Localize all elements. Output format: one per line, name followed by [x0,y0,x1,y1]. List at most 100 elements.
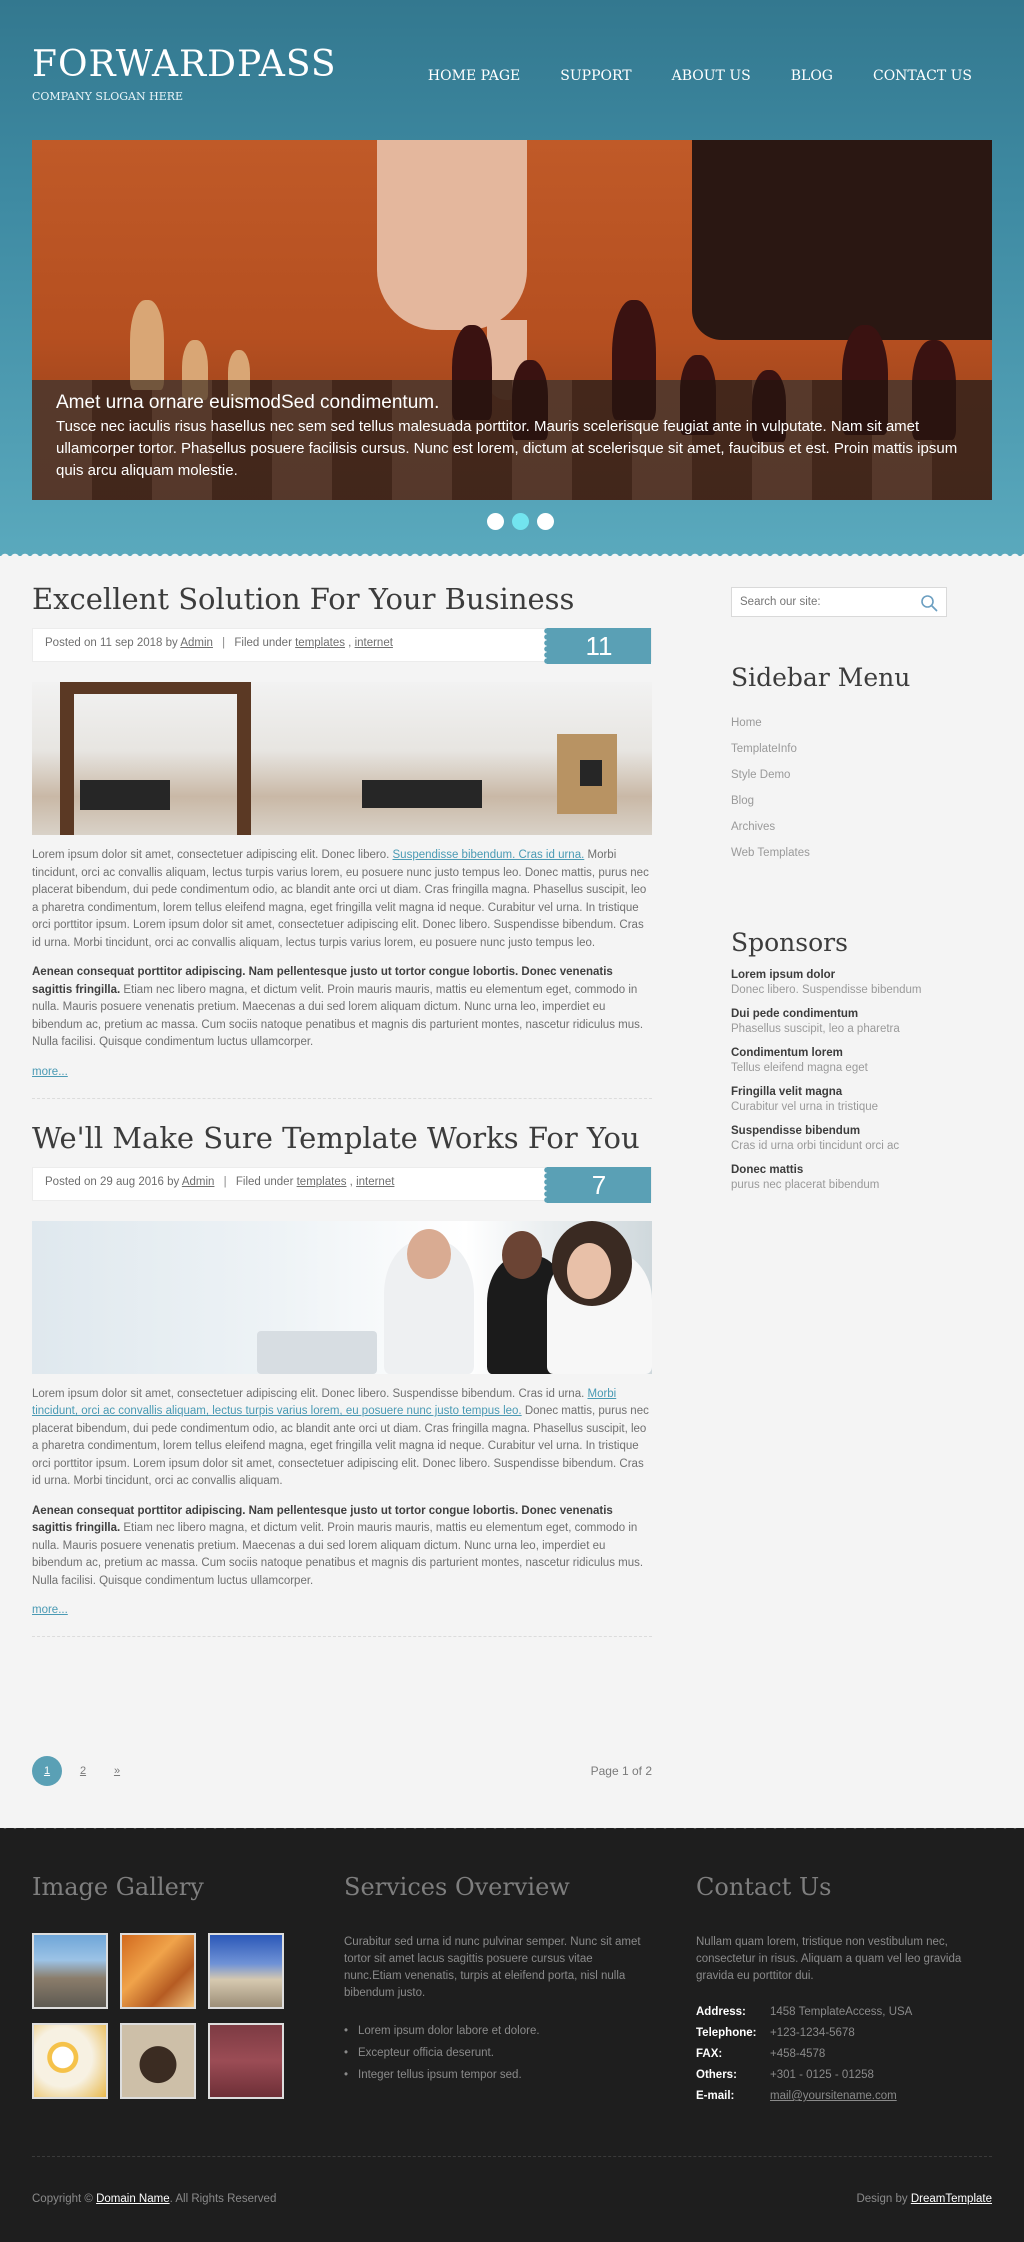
sidebar-item-style-demo[interactable]: Style Demo [731,762,961,788]
sponsor-title: Suspendisse bibendum [731,1125,861,1137]
post-tag-link[interactable]: templates [295,637,345,649]
gallery-thumb-city[interactable] [32,1933,108,2009]
post-tag-link[interactable]: internet [355,637,393,649]
gallery-title: Image Gallery [32,1873,204,1901]
sponsor-item[interactable]: Condimentum lorem Tellus eleifend magna … [731,1047,961,1074]
post-tag-link[interactable]: templates [297,1176,347,1188]
contact-value: +301 - 0125 - 01258 [770,2069,874,2081]
image-detail [362,780,482,808]
post-text: Etiam nec libero magna, et dictum velit.… [32,983,644,1049]
sponsor-subtitle: Cras id urna orbi tincidunt orci ac [731,1140,900,1152]
meta-separator: | [222,637,226,649]
contact-value: +123-1234-5678 [770,2027,855,2039]
sidebar-item-blog[interactable]: Blog [731,788,961,814]
page-next-link[interactable]: » [102,1756,132,1786]
slider-dot[interactable] [537,513,554,530]
sidebar-menu-title: Sidebar Menu [731,663,911,692]
domain-link[interactable]: Domain Name [96,2193,170,2205]
contact-address: Address: 1458 TemplateAccess, USA [696,2006,912,2018]
copyright-prefix: Copyright © [32,2193,93,2205]
nav-about[interactable]: ABOUT US [672,68,751,84]
pagination: 1 2 » Page 1 of 2 [32,1756,652,1786]
sponsor-item[interactable]: Lorem ipsum dolor Donec libero. Suspendi… [731,969,961,996]
slide-caption-title: Amet urna ornare euismodSed condimentum. [56,392,440,413]
contact-label: Others: [696,2069,737,2081]
slider-dot-active[interactable] [512,513,529,530]
post-title[interactable]: We'll Make Sure Template Works For You [32,1121,652,1155]
gallery-thumb-velvet-deep[interactable] [208,2023,284,2099]
slider-dot[interactable] [487,513,504,530]
services-list-item: Lorem ipsum dolor labore et dolore. [344,2020,540,2042]
sidebar-item-archives[interactable]: Archives [731,814,961,840]
footer-scalloped-edge [0,1824,1024,1836]
sponsor-subtitle: Tellus eleifend magna eget [731,1062,868,1074]
copyright: Copyright © Domain Name. All Rights Rese… [32,2193,276,2205]
image-detail [80,780,170,810]
nav-contact[interactable]: CONTACT US [873,68,972,84]
gallery-thumb-flowers[interactable] [32,2023,108,2099]
sponsor-title: Lorem ipsum dolor [731,969,836,981]
post-author-link[interactable]: Admin [180,637,213,649]
post-meta: Posted on 11 sep 2018 by Admin | Filed u… [32,628,652,664]
sidebar-item-home[interactable]: Home [731,710,961,736]
slide-image-hand [377,140,527,330]
post-inline-link[interactable]: Suspendisse bibendum. Cras id urna. [393,849,585,861]
contact-text: Nullam quam lorem, tristique non vestibu… [696,1936,962,1982]
image-detail [237,682,251,835]
services-text: Curabitur sed urna id nunc pulvinar semp… [344,1936,641,1999]
post-date: Posted on 11 sep 2018 by [45,637,178,649]
sponsor-subtitle: purus nec placerat bibendum [731,1179,880,1191]
image-detail [567,1242,611,1299]
image-detail [60,682,250,694]
filed-under-label: Filed under [234,637,292,649]
gallery-thumb-motorcycle[interactable] [120,2023,196,2099]
post-text: Lorem ipsum dolor sit amet, consectetuer… [32,1387,585,1400]
sponsor-item[interactable]: Donec mattis purus nec placerat bibendum [731,1164,961,1191]
services-list-item: Integer tellus ipsum tempor sed. [344,2064,540,2086]
sidebar-item-web-templates[interactable]: Web Templates [731,840,961,866]
image-detail [580,760,602,786]
copyright-rights: . All Rights Reserved [169,2193,277,2205]
slide-caption: Amet urna ornare euismodSed condimentum.… [32,380,992,500]
post-tag-link[interactable]: internet [356,1176,394,1188]
post-excerpt: Lorem ipsum dolor sit amet, consectetuer… [32,1386,652,1491]
contact-title: Contact Us [696,1873,832,1901]
search-icon[interactable] [920,594,938,612]
nav-home[interactable]: HOME PAGE [428,68,520,84]
sidebar-item-templateinfo[interactable]: TemplateInfo [731,736,961,762]
blog-post: We'll Make Sure Template Works For You P… [32,1121,652,1637]
hero-slider[interactable]: Amet urna ornare euismodSed condimentum.… [32,140,992,500]
nav-support[interactable]: SUPPORT [560,68,631,84]
post-title[interactable]: Excellent Solution For Your Business [32,582,652,616]
page-link-current[interactable]: 1 [32,1756,62,1786]
sponsors-title: Sponsors [731,928,848,957]
gallery-thumb-autumn-trees[interactable] [120,1933,196,2009]
services-list-item: Excepteur officia deserunt. [344,2042,540,2064]
slide-caption-text: Tusce nec iaculis risus hasellus nec sem… [56,418,958,479]
services-list: Lorem ipsum dolor labore et dolore. Exce… [344,2020,540,2086]
post-paragraph: Aenean consequat porttitor adipiscing. N… [32,1503,652,1591]
sponsor-item[interactable]: Fringilla velit magna Curabitur vel urna… [731,1086,961,1113]
designer-link[interactable]: DreamTemplate [911,2193,992,2205]
gallery-thumb-road[interactable] [208,1933,284,2009]
post-image-interior[interactable] [32,682,652,835]
post-date: Posted on 29 aug 2016 by [45,1175,180,1188]
meta-separator: | [223,1175,227,1188]
nav-blog[interactable]: BLOG [791,68,833,84]
post-image-business-team[interactable] [32,1220,652,1374]
read-more-link[interactable]: more... [32,1066,68,1078]
contact-label: Address: [696,2006,746,2018]
sponsor-subtitle: Phasellus suscipit, leo a pharetra [731,1023,900,1035]
sponsor-item[interactable]: Suspendisse bibendum Cras id urna orbi t… [731,1125,961,1152]
post-author-link[interactable]: Admin [182,1176,215,1188]
main-content: Excellent Solution For Your Business Pos… [32,560,652,1637]
post-day-badge: 11 [543,628,651,664]
image-detail [407,1228,451,1279]
site-logo[interactable]: FORWARDPASS [32,44,337,85]
read-more-link[interactable]: more... [32,1604,68,1616]
slider-dots [487,513,554,530]
sponsor-item[interactable]: Dui pede condimentum Phasellus suscipit,… [731,1008,961,1035]
contact-email-link[interactable]: mail@yoursitename.com [770,2090,897,2102]
search-input[interactable] [732,588,912,616]
page-link[interactable]: 2 [68,1756,98,1786]
